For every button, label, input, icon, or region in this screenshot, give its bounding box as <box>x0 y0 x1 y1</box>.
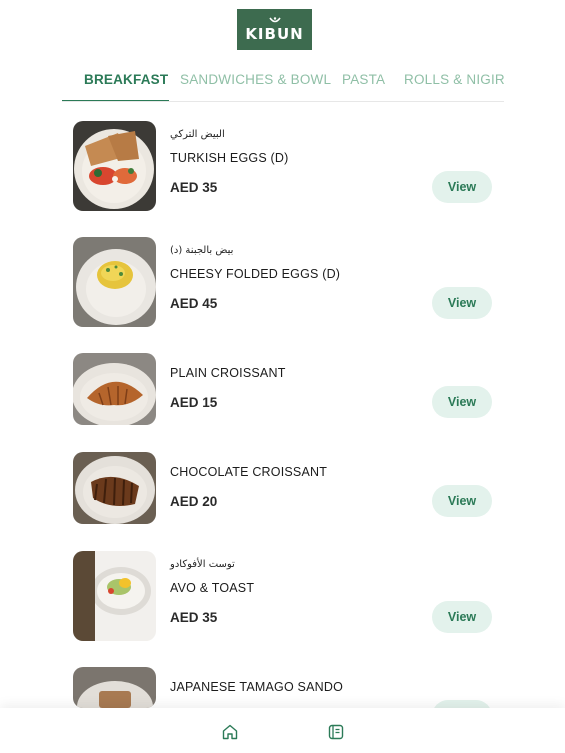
item-name: CHOCOLATE CROISSANT <box>170 465 328 479</box>
item-name: AVO & TOAST <box>170 581 255 595</box>
brand-logo: KIBUN <box>237 9 312 50</box>
logo-text: KIBUN <box>245 25 304 43</box>
tab-sandwiches-bowl[interactable]: SANDWICHES & BOWL <box>180 72 331 87</box>
category-tabs: BREAKFAST SANDWICHES & BOWL PASTA ROLLS … <box>62 62 504 102</box>
view-button[interactable]: View <box>432 485 492 517</box>
tab-breakfast[interactable]: BREAKFAST <box>84 72 168 87</box>
home-icon[interactable] <box>221 723 239 741</box>
avo-toast-photo <box>73 551 156 641</box>
bottom-navigation <box>0 708 565 753</box>
logo-mark-icon <box>268 17 281 23</box>
item-name: CHEESY FOLDED EGGS (D) <box>170 267 341 281</box>
item-price: AED 15 <box>170 395 218 410</box>
item-name-arabic: توست الأفوكادو <box>170 559 235 570</box>
item-name-arabic: بيض بالجبنة (د) <box>170 245 234 256</box>
plain-croissant-photo <box>73 353 156 425</box>
item-name: PLAIN CROISSANT <box>170 366 286 380</box>
cheesy-eggs-photo <box>73 237 156 327</box>
item-name-arabic: البيض التركي <box>170 129 225 140</box>
tamago-sando-photo <box>73 667 156 708</box>
view-button[interactable]: View <box>432 287 492 319</box>
item-price: AED 20 <box>170 494 218 509</box>
view-button[interactable]: View <box>432 386 492 418</box>
item-price: AED 45 <box>170 296 218 311</box>
view-button[interactable]: View <box>432 601 492 633</box>
item-price: AED 35 <box>170 610 218 625</box>
item-price: AED 35 <box>170 180 218 195</box>
chocolate-croissant-photo <box>73 452 156 524</box>
turkish-eggs-photo <box>73 121 156 211</box>
active-tab-indicator <box>62 100 169 101</box>
tab-rolls-nigiri[interactable]: ROLLS & NIGIRI <box>404 72 504 87</box>
item-name: JAPANESE TAMAGO SANDO <box>170 680 343 694</box>
item-name: TURKISH EGGS (D) <box>170 151 289 165</box>
menu-book-icon[interactable] <box>327 723 345 741</box>
view-button[interactable]: View <box>432 171 492 203</box>
tab-pasta[interactable]: PASTA <box>342 72 385 87</box>
